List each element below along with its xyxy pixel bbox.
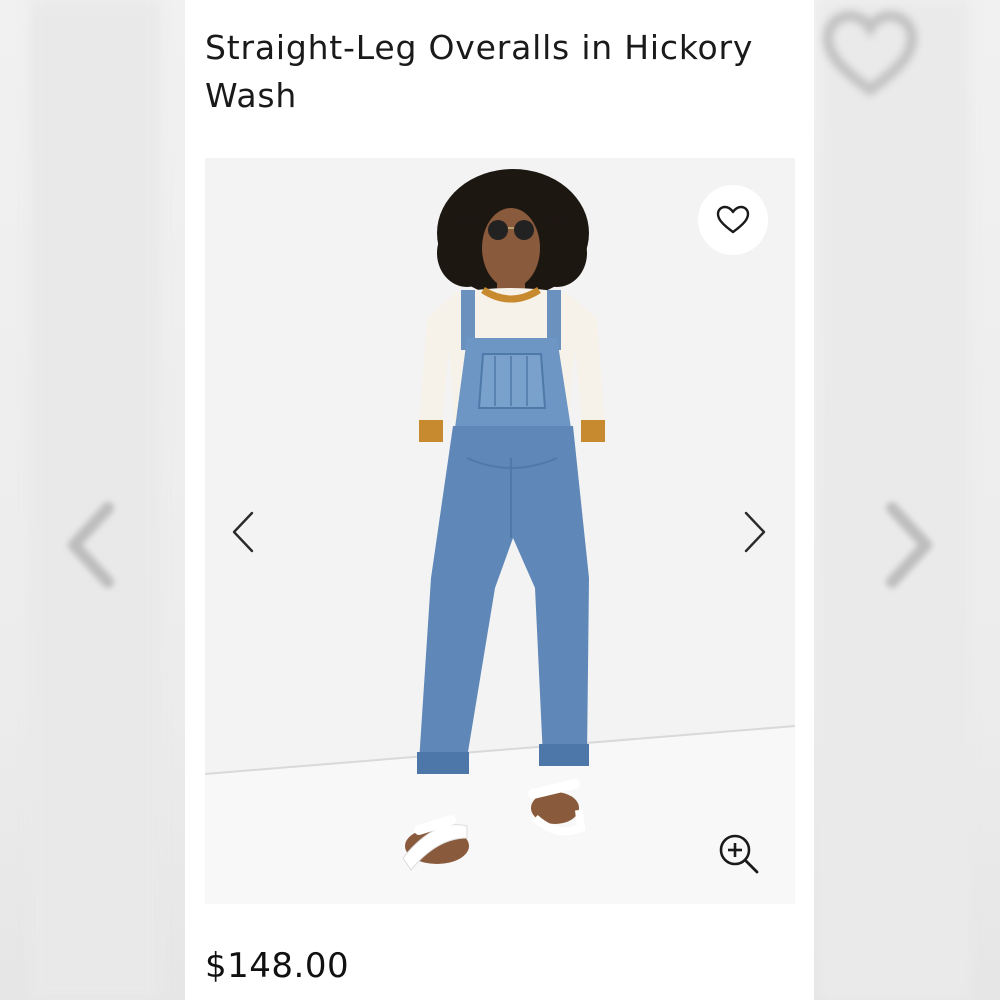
blurred-chevron-left-icon	[60, 500, 120, 590]
favorite-button[interactable]	[698, 185, 768, 255]
next-image-button[interactable]	[735, 504, 775, 560]
chevron-right-icon	[744, 511, 766, 553]
product-image-gallery[interactable]	[205, 158, 795, 904]
product-title: Straight-Leg Overalls in Hickory Wash	[205, 28, 754, 115]
zoom-button[interactable]	[713, 828, 765, 880]
blurred-heart-icon	[820, 10, 920, 100]
zoom-in-icon	[719, 834, 759, 874]
blurred-chevron-right-icon	[880, 500, 940, 590]
product-price: $148.00	[205, 946, 350, 986]
product-photo	[205, 158, 795, 904]
previous-image-button[interactable]	[223, 504, 263, 560]
heart-outline-icon	[716, 205, 750, 234]
product-card: Straight-Leg Overalls in Hickory Wash $1…	[185, 0, 814, 1000]
chevron-left-icon	[232, 511, 254, 553]
